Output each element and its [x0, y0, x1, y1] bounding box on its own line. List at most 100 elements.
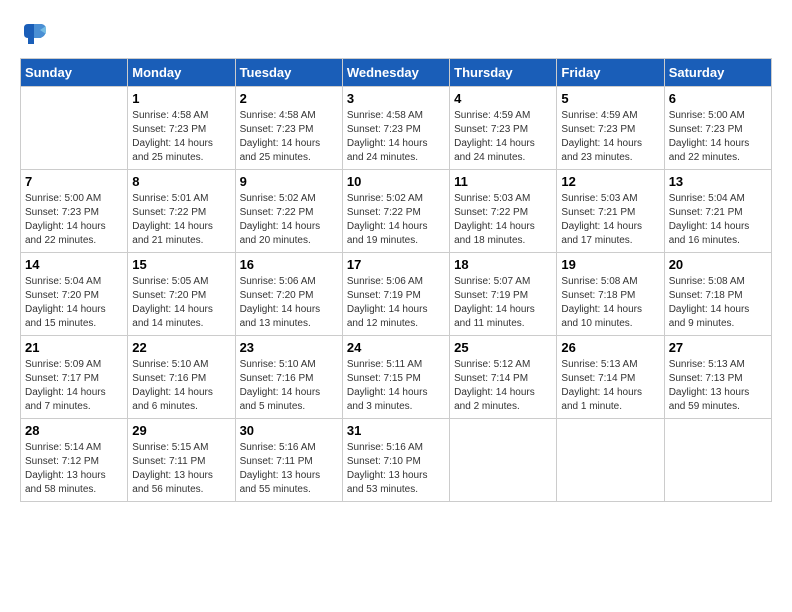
day-number: 28 — [25, 423, 123, 438]
day-info: Sunrise: 5:10 AMSunset: 7:16 PMDaylight:… — [240, 358, 338, 414]
week-row-5: 28 Sunrise: 5:14 AMSunset: 7:12 PMDayligh… — [21, 419, 772, 502]
day-number: 11 — [454, 174, 552, 189]
day-number: 20 — [669, 257, 767, 272]
calendar-cell: 22 Sunrise: 5:10 AMSunset: 7:16 PMDayligh… — [128, 336, 235, 419]
calendar-cell: 9 Sunrise: 5:02 AMSunset: 7:22 PMDaylight… — [235, 170, 342, 253]
day-number: 16 — [240, 257, 338, 272]
day-info: Sunrise: 4:58 AMSunset: 7:23 PMDaylight:… — [132, 109, 230, 165]
day-number: 30 — [240, 423, 338, 438]
weekday-header-wednesday: Wednesday — [342, 59, 449, 87]
calendar-cell: 2 Sunrise: 4:58 AMSunset: 7:23 PMDaylight… — [235, 87, 342, 170]
day-info: Sunrise: 4:59 AMSunset: 7:23 PMDaylight:… — [454, 109, 552, 165]
calendar-cell: 21Sunrise: 5:09 AMSunset: 7:17 PMDayligh… — [21, 336, 128, 419]
day-number: 17 — [347, 257, 445, 272]
calendar-cell — [557, 419, 664, 502]
calendar-cell: 29 Sunrise: 5:15 AMSunset: 7:11 PMDayligh… — [128, 419, 235, 502]
calendar-cell: 26Sunrise: 5:13 AMSunset: 7:14 PMDayligh… — [557, 336, 664, 419]
calendar-cell: 4Sunrise: 4:59 AMSunset: 7:23 PMDaylight… — [450, 87, 557, 170]
day-info: Sunrise: 5:03 AMSunset: 7:22 PMDaylight:… — [454, 192, 552, 248]
weekday-header-row: SundayMondayTuesdayWednesdayThursdayFrid… — [21, 59, 772, 87]
day-number: 1 — [132, 91, 230, 106]
day-info: Sunrise: 5:00 AMSunset: 7:23 PMDaylight:… — [669, 109, 767, 165]
calendar-cell: 10 Sunrise: 5:02 AMSunset: 7:22 PMDayligh… — [342, 170, 449, 253]
day-info: Sunrise: 4:59 AMSunset: 7:23 PMDaylight:… — [561, 109, 659, 165]
week-row-4: 21Sunrise: 5:09 AMSunset: 7:17 PMDayligh… — [21, 336, 772, 419]
day-info: Sunrise: 5:08 AMSunset: 7:18 PMDaylight:… — [561, 275, 659, 331]
day-number: 22 — [132, 340, 230, 355]
calendar-cell: 5 Sunrise: 4:59 AMSunset: 7:23 PMDaylight… — [557, 87, 664, 170]
day-number: 9 — [240, 174, 338, 189]
calendar-cell: 15 Sunrise: 5:05 AMSunset: 7:20 PMDayligh… — [128, 253, 235, 336]
week-row-1: 1 Sunrise: 4:58 AMSunset: 7:23 PMDaylight… — [21, 87, 772, 170]
day-number: 14 — [25, 257, 123, 272]
day-info: Sunrise: 5:14 AMSunset: 7:12 PMDaylight:… — [25, 441, 123, 497]
day-info: Sunrise: 5:11 AMSunset: 7:15 PMDaylight:… — [347, 358, 445, 414]
weekday-header-saturday: Saturday — [664, 59, 771, 87]
calendar-cell: 24 Sunrise: 5:11 AMSunset: 7:15 PMDayligh… — [342, 336, 449, 419]
day-number: 6 — [669, 91, 767, 106]
weekday-header-friday: Friday — [557, 59, 664, 87]
day-number: 2 — [240, 91, 338, 106]
day-info: Sunrise: 5:00 AMSunset: 7:23 PMDaylight:… — [25, 192, 123, 248]
day-info: Sunrise: 5:01 AMSunset: 7:22 PMDaylight:… — [132, 192, 230, 248]
day-number: 19 — [561, 257, 659, 272]
day-info: Sunrise: 4:58 AMSunset: 7:23 PMDaylight:… — [347, 109, 445, 165]
day-number: 24 — [347, 340, 445, 355]
logo — [20, 20, 52, 48]
day-number: 15 — [132, 257, 230, 272]
day-info: Sunrise: 4:58 AMSunset: 7:23 PMDaylight:… — [240, 109, 338, 165]
day-info: Sunrise: 5:02 AMSunset: 7:22 PMDaylight:… — [240, 192, 338, 248]
calendar-cell: 20 Sunrise: 5:08 AMSunset: 7:18 PMDayligh… — [664, 253, 771, 336]
calendar-cell — [664, 419, 771, 502]
day-number: 29 — [132, 423, 230, 438]
weekday-header-tuesday: Tuesday — [235, 59, 342, 87]
calendar-cell: 28 Sunrise: 5:14 AMSunset: 7:12 PMDayligh… — [21, 419, 128, 502]
day-info: Sunrise: 5:05 AMSunset: 7:20 PMDaylight:… — [132, 275, 230, 331]
calendar-cell: 16 Sunrise: 5:06 AMSunset: 7:20 PMDayligh… — [235, 253, 342, 336]
day-info: Sunrise: 5:06 AMSunset: 7:20 PMDaylight:… — [240, 275, 338, 331]
day-number: 7 — [25, 174, 123, 189]
day-number: 13 — [669, 174, 767, 189]
day-info: Sunrise: 5:13 AMSunset: 7:13 PMDaylight:… — [669, 358, 767, 414]
day-info: Sunrise: 5:04 AMSunset: 7:20 PMDaylight:… — [25, 275, 123, 331]
logo-icon — [20, 20, 48, 48]
day-info: Sunrise: 5:03 AMSunset: 7:21 PMDaylight:… — [561, 192, 659, 248]
day-info: Sunrise: 5:10 AMSunset: 7:16 PMDaylight:… — [132, 358, 230, 414]
calendar-cell: 1 Sunrise: 4:58 AMSunset: 7:23 PMDaylight… — [128, 87, 235, 170]
calendar-cell: 18Sunrise: 5:07 AMSunset: 7:19 PMDayligh… — [450, 253, 557, 336]
calendar-cell: 14 Sunrise: 5:04 AMSunset: 7:20 PMDayligh… — [21, 253, 128, 336]
day-number: 26 — [561, 340, 659, 355]
day-info: Sunrise: 5:16 AMSunset: 7:10 PMDaylight:… — [347, 441, 445, 497]
calendar-cell: 17 Sunrise: 5:06 AMSunset: 7:19 PMDayligh… — [342, 253, 449, 336]
calendar-cell: 11 Sunrise: 5:03 AMSunset: 7:22 PMDayligh… — [450, 170, 557, 253]
day-number: 18 — [454, 257, 552, 272]
day-info: Sunrise: 5:16 AMSunset: 7:11 PMDaylight:… — [240, 441, 338, 497]
calendar-cell — [450, 419, 557, 502]
calendar-cell: 3Sunrise: 4:58 AMSunset: 7:23 PMDaylight… — [342, 87, 449, 170]
weekday-header-monday: Monday — [128, 59, 235, 87]
day-number: 31 — [347, 423, 445, 438]
day-info: Sunrise: 5:15 AMSunset: 7:11 PMDaylight:… — [132, 441, 230, 497]
day-number: 10 — [347, 174, 445, 189]
day-number: 8 — [132, 174, 230, 189]
day-info: Sunrise: 5:12 AMSunset: 7:14 PMDaylight:… — [454, 358, 552, 414]
calendar-cell — [21, 87, 128, 170]
weekday-header-sunday: Sunday — [21, 59, 128, 87]
day-number: 12 — [561, 174, 659, 189]
week-row-3: 14 Sunrise: 5:04 AMSunset: 7:20 PMDayligh… — [21, 253, 772, 336]
day-number: 5 — [561, 91, 659, 106]
day-number: 25 — [454, 340, 552, 355]
calendar-cell: 25 Sunrise: 5:12 AMSunset: 7:14 PMDayligh… — [450, 336, 557, 419]
calendar: SundayMondayTuesdayWednesdayThursdayFrid… — [20, 58, 772, 502]
calendar-cell: 27 Sunrise: 5:13 AMSunset: 7:13 PMDayligh… — [664, 336, 771, 419]
calendar-cell: 30 Sunrise: 5:16 AMSunset: 7:11 PMDayligh… — [235, 419, 342, 502]
day-number: 27 — [669, 340, 767, 355]
day-number: 21 — [25, 340, 123, 355]
calendar-cell: 31 Sunrise: 5:16 AMSunset: 7:10 PMDayligh… — [342, 419, 449, 502]
day-info: Sunrise: 5:06 AMSunset: 7:19 PMDaylight:… — [347, 275, 445, 331]
day-number: 23 — [240, 340, 338, 355]
day-info: Sunrise: 5:08 AMSunset: 7:18 PMDaylight:… — [669, 275, 767, 331]
day-info: Sunrise: 5:02 AMSunset: 7:22 PMDaylight:… — [347, 192, 445, 248]
calendar-cell: 12 Sunrise: 5:03 AMSunset: 7:21 PMDayligh… — [557, 170, 664, 253]
day-info: Sunrise: 5:04 AMSunset: 7:21 PMDaylight:… — [669, 192, 767, 248]
